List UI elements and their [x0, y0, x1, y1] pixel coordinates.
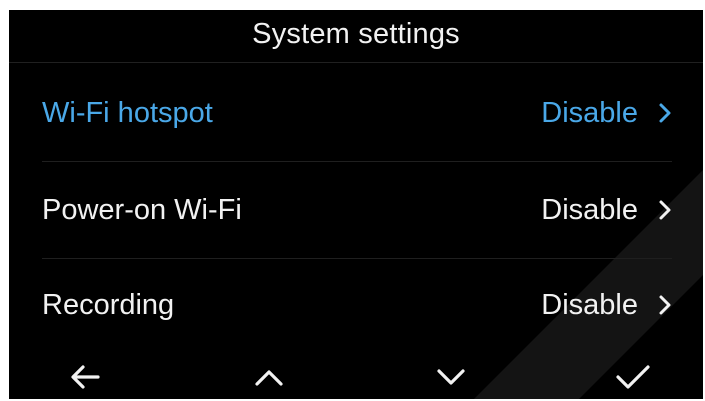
checkmark-icon: [616, 365, 650, 389]
chevron-down-icon: [437, 369, 465, 385]
chevron-right-icon: [659, 200, 671, 220]
setting-value-group: Disable: [541, 288, 672, 321]
setting-label: Power-on Wi-Fi: [42, 193, 242, 226]
device-screen: System settings Wi-Fi hotspot Disable Po…: [9, 10, 703, 399]
setting-row-power-on-wifi[interactable]: Power-on Wi-Fi Disable: [42, 162, 672, 259]
setting-label: Wi-Fi hotspot: [42, 96, 213, 129]
scroll-up-button[interactable]: [239, 355, 299, 399]
page-title: System settings: [252, 18, 460, 50]
setting-value: Disable: [541, 96, 638, 129]
setting-label: Recording: [42, 288, 175, 321]
setting-value-group: Disable: [541, 193, 672, 226]
setting-row-wifi-hotspot[interactable]: Wi-Fi hotspot Disable: [42, 65, 672, 162]
arrow-left-icon: [71, 365, 100, 389]
header-bar: System settings: [9, 10, 703, 63]
scroll-down-button[interactable]: [421, 355, 481, 399]
chevron-right-icon: [659, 295, 671, 315]
confirm-button[interactable]: [603, 355, 663, 399]
setting-value: Disable: [541, 193, 638, 226]
back-button[interactable]: [55, 355, 115, 399]
bottom-navigation-bar: [9, 355, 703, 399]
setting-value: Disable: [541, 288, 638, 321]
setting-value-group: Disable: [541, 96, 672, 129]
setting-row-recording[interactable]: Recording Disable: [42, 259, 672, 351]
chevron-right-icon: [659, 103, 671, 123]
chevron-up-icon: [255, 370, 283, 386]
